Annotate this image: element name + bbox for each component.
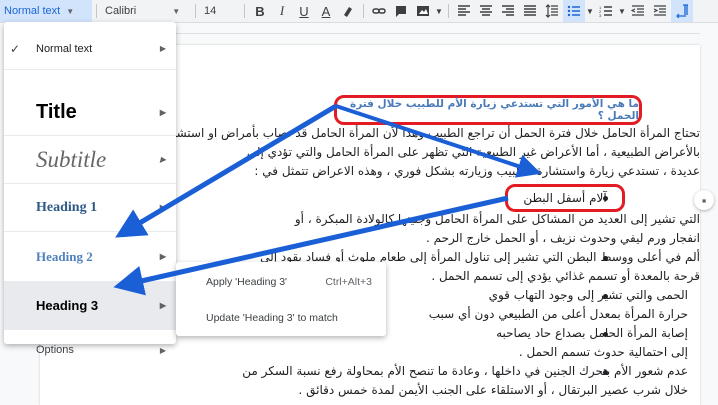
- paragraph-line[interactable]: الحمى والتي تشير إلى وجود التهاب قوي: [489, 288, 688, 302]
- paragraph-line[interactable]: عدم شعور الأم بتحرك الجنين في داخلها ، و…: [242, 364, 688, 378]
- add-comment-side-button[interactable]: ▪: [694, 190, 714, 210]
- bullet-point: [603, 196, 608, 201]
- decrease-indent-icon: [631, 5, 644, 16]
- font-dropdown[interactable]: Calibri ▼: [101, 0, 191, 22]
- paragraph-line[interactable]: خلال شرب عصير البرتقال ، أو الاستلقاء عل…: [299, 383, 688, 397]
- italic-button[interactable]: I: [271, 0, 293, 22]
- paragraph-style-menu: ✓ Normal text ▶ Title ▶ Subtitle ▶ Headi…: [4, 22, 176, 356]
- numbered-list-button[interactable]: 123: [595, 0, 617, 22]
- line-spacing-button[interactable]: [541, 0, 563, 22]
- chevron-right-icon: ▶: [159, 44, 166, 53]
- paragraph-style-value: Normal text: [4, 5, 61, 17]
- menu-item-label: Options: [36, 344, 74, 356]
- formatting-toolbar: Normal text ▼ Calibri ▼ 14 B I U A ▼ ▼ 1…: [0, 0, 718, 23]
- align-center-button[interactable]: [475, 0, 497, 22]
- paragraph-line[interactable]: إصابة المرأة الحامل بصداع حاد يصاحبه: [496, 326, 688, 340]
- chevron-right-icon: ▶: [159, 155, 166, 164]
- toolbar-divider: [96, 4, 97, 18]
- toolbar-divider: [195, 4, 196, 18]
- align-right-icon: [502, 5, 514, 16]
- chevron-down-icon[interactable]: ▼: [585, 0, 595, 22]
- update-heading-3-item[interactable]: Update 'Heading 3' to match: [176, 302, 386, 334]
- image-icon: [417, 6, 429, 16]
- insert-image-button[interactable]: [412, 0, 434, 22]
- submenu-item-label: Apply 'Heading 3': [206, 276, 288, 288]
- font-size-value: 14: [204, 5, 217, 17]
- chevron-right-icon: ▶: [159, 301, 166, 310]
- comment-icon: [396, 6, 406, 17]
- bold-button[interactable]: B: [249, 0, 271, 22]
- text-color-button[interactable]: A: [315, 0, 337, 22]
- toolbar-divider: [448, 4, 449, 18]
- menu-item-normal-text[interactable]: ✓ Normal text ▶: [4, 28, 176, 70]
- question-heading[interactable]: ما هي الأمور التي تستدعي زيارة الأم للطب…: [334, 95, 642, 125]
- menu-item-label: Heading 3: [36, 298, 99, 313]
- font-value: Calibri: [105, 5, 137, 17]
- menu-item-options[interactable]: Options ▶: [4, 330, 176, 370]
- svg-text:3: 3: [599, 13, 602, 18]
- apply-heading-3-item[interactable]: Apply 'Heading 3' Ctrl+Alt+3: [176, 266, 386, 298]
- chevron-right-icon: ▶: [159, 345, 166, 355]
- align-left-button[interactable]: [453, 0, 475, 22]
- keyboard-shortcut: Ctrl+Alt+3: [325, 276, 372, 288]
- chevron-right-icon: ▶: [159, 252, 166, 261]
- chevron-right-icon: ▶: [159, 203, 166, 212]
- checkmark-icon: ✓: [10, 41, 21, 56]
- menu-item-heading-1[interactable]: Heading 1 ▶: [4, 184, 176, 232]
- paragraph-line[interactable]: تحتاج المرأة الحامل خلال فترة الحمل أن ت…: [132, 126, 700, 140]
- font-size-field[interactable]: 14: [200, 0, 240, 22]
- paragraph-line[interactable]: إلى احتمالية حدوث تسمم الحمل .: [519, 345, 688, 359]
- highlight-color-button[interactable]: [337, 0, 359, 22]
- line-spacing-icon: [545, 4, 558, 18]
- menu-item-label: Subtitle: [36, 146, 107, 172]
- insert-link-button[interactable]: [368, 0, 390, 22]
- link-icon: [372, 8, 386, 14]
- bulleted-list-button[interactable]: [563, 0, 585, 22]
- menu-item-label: Heading 2: [36, 248, 93, 264]
- toolbar-divider: [363, 4, 364, 18]
- numbered-list-icon: 123: [599, 5, 612, 18]
- menu-item-heading-2[interactable]: Heading 2 ▶: [4, 232, 176, 282]
- menu-item-label: Heading 1: [36, 199, 98, 215]
- submenu-item-label: Update 'Heading 3' to match: [206, 312, 338, 324]
- increase-indent-button[interactable]: [649, 0, 671, 22]
- right-to-left-icon: [676, 4, 688, 18]
- paragraph-line[interactable]: التي تشير إلى العديد من المشاكل على المر…: [295, 212, 700, 226]
- paragraph-line[interactable]: انفجار ورم ليفي وحدوث نزيف ، أو الحمل خا…: [426, 231, 700, 245]
- align-left-icon: [458, 5, 470, 16]
- rtl-text-button[interactable]: [671, 0, 693, 22]
- heading-3-submenu: Apply 'Heading 3' Ctrl+Alt+3 Update 'Hea…: [176, 262, 386, 336]
- align-center-icon: [480, 5, 492, 16]
- highlighter-icon: [344, 7, 352, 17]
- justify-icon: [524, 5, 536, 16]
- paragraph-line[interactable]: قرحة بالمعدة أو تسمم غذائي يؤدي إلى تسمم…: [431, 269, 700, 283]
- menu-item-heading-3[interactable]: Heading 3 ▶: [4, 282, 176, 330]
- justify-button[interactable]: [519, 0, 541, 22]
- insert-comment-button[interactable]: [390, 0, 412, 22]
- chevron-down-icon: ▼: [172, 6, 181, 16]
- bulleted-list-icon: [567, 5, 580, 17]
- paragraph-line[interactable]: عديدة ، تستدعي زيارة واستشارة الطبيب وزي…: [254, 164, 700, 178]
- chevron-down-icon: ▼: [66, 6, 75, 16]
- paragraph-line[interactable]: بالأعراض الطبيعية ، أما الأعراض غير الطب…: [247, 145, 700, 159]
- toolbar-divider: [244, 4, 245, 18]
- menu-item-subtitle[interactable]: Subtitle ▶: [4, 136, 176, 184]
- chevron-down-icon[interactable]: ▼: [434, 0, 444, 22]
- chevron-down-icon[interactable]: ▼: [617, 0, 627, 22]
- menu-item-label: Title: [36, 101, 77, 123]
- paragraph-style-dropdown[interactable]: Normal text ▼: [0, 0, 92, 22]
- underline-button[interactable]: U: [293, 0, 315, 22]
- align-right-button[interactable]: [497, 0, 519, 22]
- chevron-right-icon: ▶: [159, 108, 166, 117]
- menu-item-title[interactable]: Title ▶: [4, 90, 176, 136]
- add-comment-icon: ▪: [701, 192, 707, 208]
- paragraph-line[interactable]: حرارة المرأة بمعدل أعلى من الطبيعي دون أ…: [429, 307, 688, 321]
- decrease-indent-button[interactable]: [627, 0, 649, 22]
- increase-indent-icon: [653, 5, 666, 16]
- menu-item-label: Normal text: [36, 42, 93, 55]
